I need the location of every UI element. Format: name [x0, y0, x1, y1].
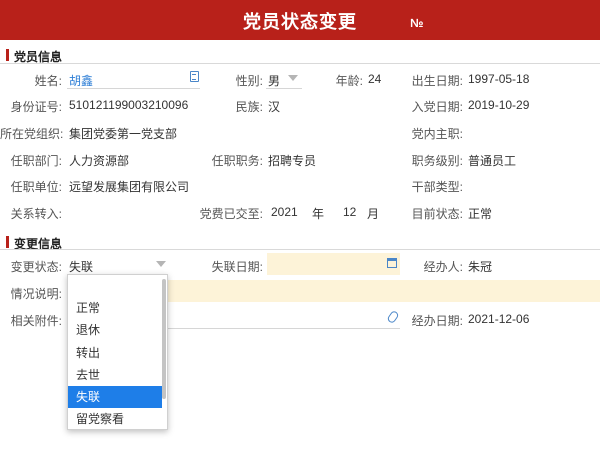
- attach-label: 相关附件:: [10, 314, 62, 328]
- unit-label: 任职单位:: [10, 180, 62, 194]
- lost-date-input[interactable]: [267, 253, 400, 275]
- id-label: 身份证号:: [10, 100, 62, 114]
- transfer-label: 关系转入:: [10, 207, 62, 221]
- name-value[interactable]: 胡鑫: [69, 72, 93, 89]
- gender-label: 性别:: [235, 74, 263, 88]
- level-label: 职务级别:: [411, 154, 463, 168]
- chevron-down-icon[interactable]: [288, 75, 298, 81]
- duty-label: 党内主职:: [411, 127, 463, 141]
- lost-date-label: 失联日期:: [211, 260, 263, 274]
- status-label: 目前状态:: [411, 207, 463, 221]
- join-label: 入党日期:: [411, 100, 463, 114]
- fee-month-unit: 月: [367, 207, 380, 221]
- dept-label: 任职部门:: [10, 154, 62, 168]
- desc-label: 情况说明:: [10, 287, 62, 301]
- divider: [0, 63, 600, 64]
- position-label: 任职职务:: [211, 154, 263, 168]
- gender-underline: [266, 88, 302, 89]
- profile-picker-icon[interactable]: [190, 71, 199, 82]
- ethnic-value: 汉: [268, 100, 281, 114]
- dropdown-option[interactable]: 留党察看: [68, 408, 162, 429]
- change-status-label: 变更状态:: [10, 260, 62, 274]
- age-value: 24: [368, 72, 382, 86]
- fee-label: 党费已交至:: [199, 207, 263, 221]
- name-underline: [67, 88, 200, 89]
- page-header: 党员状态变更 №: [0, 0, 600, 40]
- org-value: 集团党委第一党支部: [69, 127, 178, 141]
- status-dropdown[interactable]: 正常 退休 转出 去世 失联 留党察看: [67, 274, 168, 430]
- birth-value: 1997-05-18: [468, 72, 530, 86]
- dropdown-option-selected[interactable]: 失联: [68, 386, 162, 408]
- age-label: 年龄:: [335, 74, 363, 88]
- dropdown-option[interactable]: 转出: [68, 342, 162, 364]
- handler-value: 朱冠: [468, 260, 493, 274]
- dept-value: 人力资源部: [69, 154, 130, 168]
- paperclip-icon[interactable]: [386, 309, 400, 325]
- dropdown-option[interactable]: 退休: [68, 319, 162, 341]
- gender-select[interactable]: 男: [268, 72, 280, 89]
- page-title: 党员状态变更: [243, 12, 357, 32]
- fee-month: 12: [343, 205, 357, 219]
- chevron-down-icon[interactable]: [156, 261, 166, 267]
- handler-label: 经办人:: [423, 260, 463, 274]
- name-label: 姓名:: [34, 74, 62, 88]
- number-label: №: [410, 16, 424, 30]
- dropdown-option[interactable]: 正常: [68, 297, 162, 319]
- dropdown-option[interactable]: 去世: [68, 364, 162, 386]
- handle-date-value: 2021-12-06: [468, 312, 530, 326]
- fee-year-unit: 年: [312, 207, 325, 221]
- handle-date-label: 经办日期:: [411, 314, 463, 328]
- change-status-select[interactable]: 失联: [69, 258, 93, 275]
- ethnic-label: 民族:: [235, 100, 263, 114]
- level-value: 普通员工: [468, 154, 517, 168]
- dropdown-scrollbar[interactable]: [162, 279, 166, 399]
- id-value: 510121199003210096: [69, 98, 189, 112]
- divider: [0, 249, 600, 250]
- position-value: 招聘专员: [268, 154, 317, 168]
- fee-year: 2021: [271, 205, 298, 219]
- cadre-label: 干部类型:: [411, 180, 463, 194]
- birth-label: 出生日期:: [411, 74, 463, 88]
- join-value: 2019-10-29: [468, 98, 530, 112]
- status-value: 正常: [468, 207, 493, 221]
- calendar-icon[interactable]: [387, 258, 397, 268]
- org-label: 所在党组织:: [0, 127, 64, 141]
- unit-value: 远望发展集团有限公司: [69, 180, 190, 194]
